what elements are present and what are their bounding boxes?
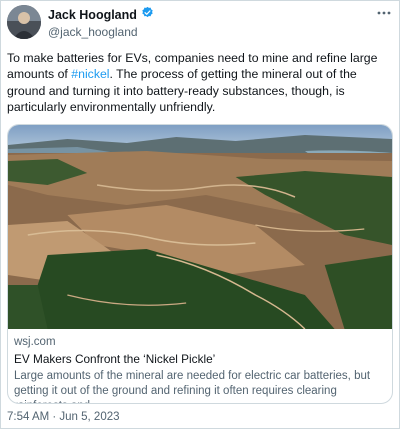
author-name[interactable]: Jack Hoogland [48,7,137,23]
tweet-header: Jack Hoogland @jack_hoogland [7,5,393,45]
tweet-text: To make batteries for EVs, companies nee… [7,50,391,116]
article-image[interactable] [8,125,392,330]
card-title[interactable]: EV Makers Confront the ‘Nickel Pickle’ [14,352,386,367]
hashtag-link[interactable]: #nickel [71,67,109,81]
author-names: Jack Hoogland @jack_hoogland [48,6,154,40]
author-handle[interactable]: @jack_hoogland [48,24,154,40]
tweet-card: Jack Hoogland @jack_hoogland To make bat… [0,0,400,429]
card-description: Large amounts of the mineral are needed … [14,370,371,403]
card-domain: wsj.com [14,336,56,348]
more-options-icon[interactable] [375,5,393,23]
verified-badge-icon [141,6,154,24]
link-preview-card[interactable]: wsj.com EV Makers Confront the ‘Nickel P… [7,124,393,404]
avatar[interactable] [7,5,41,39]
card-meta: wsj.com EV Makers Confront the ‘Nickel P… [14,335,386,403]
tweet-timestamp[interactable]: 7:54 AM · Jun 5, 2023 [7,411,120,423]
